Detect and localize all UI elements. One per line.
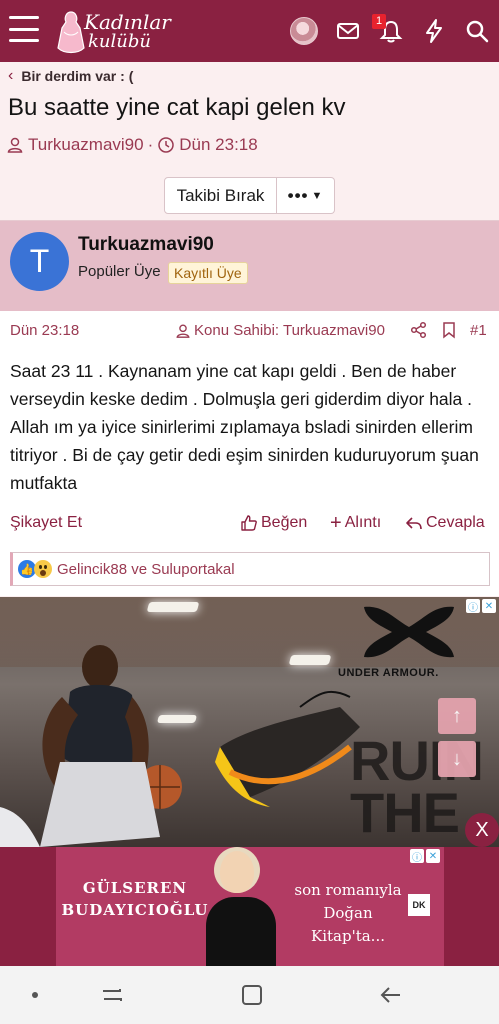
system-nav-bar [0, 966, 499, 1024]
recent-apps-icon[interactable] [100, 983, 124, 1007]
thumbs-up-icon [241, 515, 257, 531]
notification-badge: 1 [372, 14, 386, 29]
clock-icon [158, 137, 175, 153]
advertisement-banner[interactable]: UNDER ARMOUR. RUIN THE ⓘ ✕ ↑ ↓ X [0, 597, 499, 847]
ad2-author-first: GÜLSEREN [82, 879, 188, 897]
more-options-button[interactable]: ••• ▼ [277, 177, 335, 214]
reactions-bar[interactable]: 👍 Gelincik88 ve Suluportakal [10, 552, 490, 586]
post: T Turkuazmavi90 Popüler Üye Kayıtlı Üye … [0, 220, 499, 596]
mail-icon[interactable] [334, 17, 362, 45]
ad2-author: GÜLSEREN BUDAYICIOĞLU [56, 877, 214, 921]
close-ad-button[interactable]: X [465, 813, 499, 847]
more-dots: ••• [287, 185, 309, 205]
ad2-tagline-line2: Doğan Kitap'ta... [311, 904, 385, 945]
post-username[interactable]: Turkuazmavi90 [78, 234, 214, 256]
ad2-author-last: BUDAYICIOĞLU [61, 901, 209, 919]
thread-meta: Turkuazmavi90 · Dün 23:18 [6, 135, 258, 155]
user-title: Popüler Üye [78, 263, 161, 280]
post-user-header: T Turkuazmavi90 Popüler Üye Kayıtlı Üye [0, 221, 499, 311]
logo-text-line2: kulübü [88, 31, 151, 52]
logo-dress-icon [57, 11, 85, 54]
post-number[interactable]: #1 [470, 322, 487, 339]
thread-title: Bu saatte yine cat kapi gelen kv [8, 94, 346, 121]
thread-time[interactable]: Dün 23:18 [179, 135, 257, 155]
meta-separator: · [147, 135, 154, 154]
post-date[interactable]: Dün 23:18 [10, 322, 79, 339]
ad-close-small-icon[interactable]: ✕ [426, 849, 440, 863]
scroll-down-button[interactable]: ↓ [438, 741, 476, 777]
post-actions: Şikayet Et Beğen + Alıntı Cevapla [10, 512, 490, 536]
unfollow-button[interactable]: Takibi Bırak [164, 177, 277, 214]
ad-slogan-line2: THE [350, 781, 460, 844]
post-meta: Dün 23:18 Konu Sahibi: Turkuazmavi90 #1 [10, 320, 490, 342]
thread-starter-label: Konu Sahibi: Turkuazmavi90 [175, 322, 385, 339]
user-icon [7, 137, 23, 153]
user-badge: Kayıtlı Üye [168, 262, 248, 284]
report-link[interactable]: Şikayet Et [10, 514, 82, 532]
reply-button[interactable]: Cevapla [405, 514, 485, 532]
user-icon [176, 324, 190, 338]
thread-author[interactable]: Turkuazmavi90 [28, 135, 144, 155]
reply-label: Cevapla [426, 514, 485, 531]
reply-icon [406, 517, 422, 530]
bolt-icon[interactable] [420, 17, 448, 45]
ad-light [146, 602, 200, 612]
breadcrumb-forum[interactable]: Bir derdim var : ( [21, 68, 133, 84]
user-avatar-top[interactable] [290, 17, 318, 45]
plus-icon: + [330, 512, 342, 534]
publisher-logo: DK [408, 894, 430, 916]
thread-starter-text: Konu Sahibi: Turkuazmavi90 [194, 322, 385, 339]
thread-actions: Takibi Bırak ••• ▼ [164, 177, 335, 214]
scroll-up-button[interactable]: ↑ [438, 698, 476, 734]
nav-dot-icon[interactable] [28, 983, 42, 1007]
ad-close-small-icon[interactable]: ✕ [482, 599, 496, 613]
wow-reaction-icon [34, 560, 52, 578]
reactions-text[interactable]: Gelincik88 ve Suluportakal [57, 561, 235, 578]
bottom-ad-container: GÜLSEREN BUDAYICIOĞLU son romanıyla Doğa… [0, 847, 499, 966]
ad2-woman-dress [206, 897, 276, 966]
chevron-left-icon: ‹ [8, 67, 14, 84]
menu-icon[interactable] [9, 16, 39, 42]
top-bar: Kadınlar kulübü 1 [0, 0, 499, 62]
caret-down-icon: ▼ [311, 189, 324, 202]
search-icon[interactable] [463, 17, 491, 45]
ad2-tagline-line1: son romanıyla [294, 881, 402, 899]
post-body: Saat 23 11 . Kaynanam yine cat kapı geld… [10, 361, 479, 493]
ad2-tagline: son romanıyla Doğan Kitap'ta... [288, 879, 408, 948]
back-icon[interactable] [378, 983, 404, 1007]
like-label: Beğen [261, 514, 308, 531]
bookmark-icon[interactable] [441, 321, 457, 339]
like-button[interactable]: Beğen [240, 514, 307, 532]
avatar[interactable]: T [10, 232, 69, 291]
quote-button[interactable]: + Alıntı [330, 512, 382, 534]
breadcrumb[interactable]: ‹ Bir derdim var : ( [8, 67, 133, 85]
share-icon[interactable] [410, 321, 428, 339]
adchoices-icon[interactable]: ⓘ [466, 599, 480, 614]
adchoices-icon[interactable]: ⓘ [410, 849, 424, 864]
ad2-woman-image [220, 851, 254, 893]
home-icon[interactable] [240, 983, 264, 1007]
site-logo[interactable]: Kadınlar kulübü [54, 6, 174, 56]
quote-label: Alıntı [344, 514, 382, 531]
under-armour-logo [364, 606, 454, 658]
book-advertisement[interactable]: GÜLSEREN BUDAYICIOĞLU son romanıyla Doğa… [56, 847, 444, 966]
ad-brand-text: UNDER ARMOUR. [338, 667, 439, 679]
